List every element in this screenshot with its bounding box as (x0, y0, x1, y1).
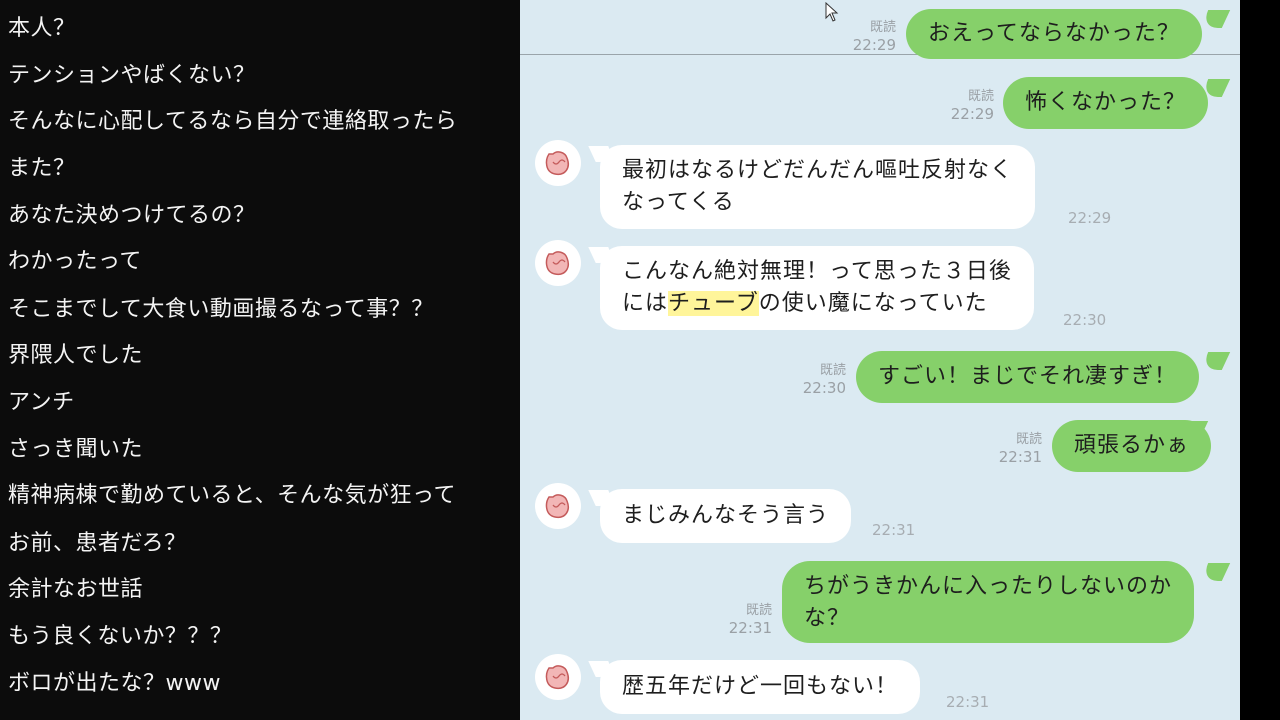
stomach-icon (545, 494, 569, 519)
message-text: すごい！まじでそれ凄すぎ！ (878, 364, 1178, 389)
comment-item: さっき聞いた (8, 437, 144, 462)
read-receipt: 既読 (1015, 432, 1042, 447)
message-text: 歴五年だけど一回もない！ (622, 674, 899, 699)
outgoing-message[interactable]: おえってならなかった？ (906, 9, 1202, 59)
stomach-icon (545, 665, 569, 690)
comment-item: わかったって (8, 249, 142, 274)
comment-item: そんなに心配してるなら自分で連絡取ったら (8, 109, 458, 134)
message-time: 22:29 (950, 105, 994, 123)
comment-item: あなた決めつけてるの？ (8, 203, 256, 228)
read-receipt: 既読 (869, 20, 896, 35)
panel-divider (480, 0, 520, 720)
message-time: 22:30 (1063, 311, 1107, 329)
comment-item: テンションやばくない？ (8, 63, 256, 88)
message-text: まじみんなそう言う (622, 503, 830, 528)
message-time: 22:31 (872, 521, 916, 539)
outgoing-message[interactable]: 怖くなかった？ (1003, 77, 1209, 129)
contact-avatar[interactable] (535, 240, 581, 286)
comment-item: 本人？ (8, 16, 76, 41)
contact-avatar[interactable] (535, 654, 581, 700)
message-meta: 既読 22:31 (994, 432, 1042, 466)
contact-avatar[interactable] (535, 140, 581, 186)
message-time: 22:30 (802, 379, 846, 397)
outgoing-message[interactable]: ちがうきかんに入ったりしないのか な？ (782, 561, 1195, 643)
comment-item: アンチ (8, 390, 75, 415)
message-text: 怖くなかった？ (1025, 90, 1187, 115)
message-text: おえってならなかった？ (928, 21, 1180, 46)
comment-item: 界隈人でした (8, 343, 144, 368)
message-text: ちがうきかんに入ったりしないのか (804, 574, 1173, 599)
message-time: 22:31 (728, 619, 772, 637)
message-time: 22:29 (852, 36, 896, 54)
incoming-message[interactable]: 歴五年だけど一回もない！ (600, 660, 921, 714)
message-meta: 既読 22:29 (848, 20, 896, 54)
message-text: 最初はなるけどだんだん嘔吐反射なく (622, 158, 1014, 183)
contact-avatar[interactable] (535, 483, 581, 529)
read-receipt: 既読 (745, 603, 772, 618)
bubble-tail (1199, 352, 1231, 370)
comment-item: お前、患者だろ？ (8, 531, 187, 556)
message-meta: 既読 22:31 (724, 603, 772, 637)
message-text: な？ (804, 606, 851, 631)
message-time: 22:31 (946, 693, 990, 711)
outgoing-message[interactable]: すごい！まじでそれ凄すぎ！ (856, 351, 1200, 403)
bubble-tail (1199, 10, 1231, 28)
bubble-tail (1199, 563, 1231, 581)
incoming-message[interactable]: 最初はなるけどだんだん嘔吐反射なく なってくる (600, 145, 1036, 229)
incoming-message[interactable]: こんなん絶対無理！って思った３日後 にはチューブの使い魔になっていた (600, 246, 1034, 330)
read-receipt: 既読 (819, 363, 846, 378)
stomach-icon (545, 251, 569, 276)
comment-item: そこまでして大食い動画撮るなって事？？ (8, 297, 434, 322)
message-time: 22:31 (998, 448, 1042, 466)
message-meta: 既読 22:30 (798, 363, 846, 397)
message-text: 頑張るかぁ (1074, 433, 1190, 458)
comment-item: 余計なお世話 (8, 577, 144, 602)
comment-stream: 本人？ テンションやばくない？ そんなに心配してるなら自分で連絡取ったら また？… (0, 0, 480, 720)
highlighted-text: チューブ (668, 291, 759, 316)
stomach-icon (545, 151, 569, 176)
read-receipt: 既読 (967, 89, 994, 104)
mouse-cursor-icon (825, 2, 839, 22)
message-meta: 既読 22:29 (946, 89, 994, 123)
message-text: には (622, 291, 669, 316)
message-text: の使い魔になっていた (758, 291, 988, 316)
comment-item: また？ (8, 156, 76, 181)
comment-item: 精神病棟で勤めていると、そんな気が狂って (8, 483, 457, 508)
comment-item: もう良くないか？？？ (8, 624, 233, 649)
message-text: こんなん絶対無理！って思った３日後 (622, 259, 1012, 284)
chat-panel[interactable]: 既読 22:29 おえってならなかった？ 既読 22:29 怖くなかった？ 最初… (520, 0, 1240, 720)
screen-edge (1240, 0, 1280, 720)
message-text: なってくる (622, 190, 735, 215)
comment-item: ボロが出たな？www (8, 671, 221, 696)
incoming-message[interactable]: まじみんなそう言う (600, 489, 852, 543)
message-time: 22:29 (1068, 209, 1112, 227)
